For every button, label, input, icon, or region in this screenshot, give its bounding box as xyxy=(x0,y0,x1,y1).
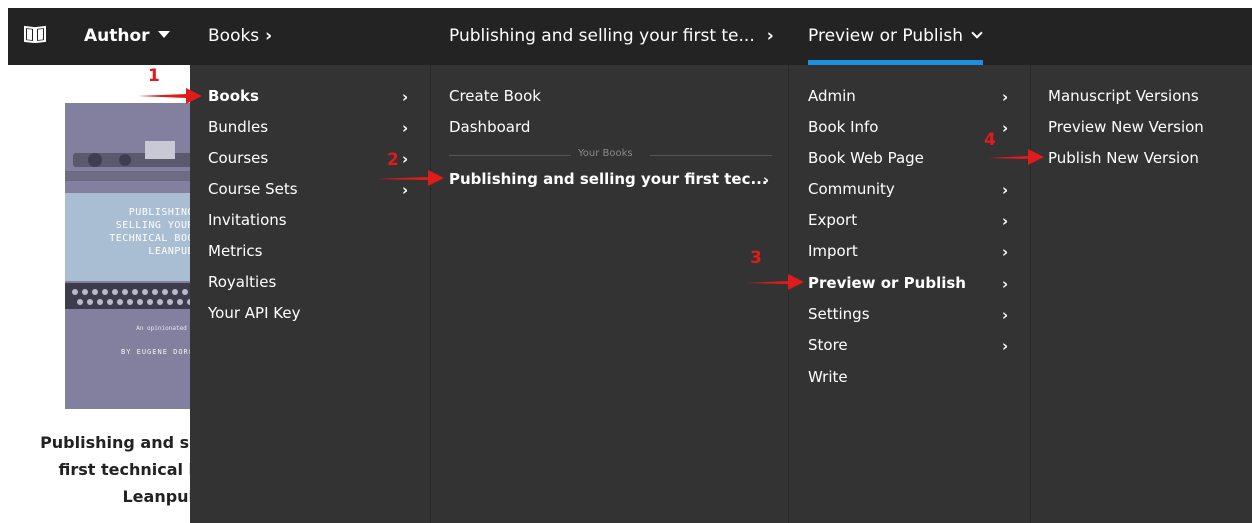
column-divider xyxy=(430,65,431,523)
annotation-marker-2: 2 xyxy=(387,150,399,170)
menu-item-manuscript-versions[interactable]: Manuscript Versions xyxy=(1048,86,1199,106)
chevron-right-icon: › xyxy=(763,171,770,189)
books-breadcrumb[interactable]: Books › xyxy=(208,25,272,47)
menu-item-import[interactable]: Import xyxy=(808,241,858,261)
chevron-right-icon: › xyxy=(1002,119,1009,137)
menu-item-settings[interactable]: Settings xyxy=(808,304,870,324)
chevron-right-icon: › xyxy=(1002,306,1009,324)
menu-item-dashboard[interactable]: Dashboard xyxy=(449,117,530,137)
menu-item-invitations[interactable]: Invitations xyxy=(208,210,287,230)
book-title-breadcrumb[interactable]: Publishing and selling your first te... › xyxy=(449,25,774,47)
menu-item-publish-new-version[interactable]: Publish New Version xyxy=(1048,148,1199,168)
column-divider xyxy=(788,65,789,523)
current-page-label: Preview or Publish xyxy=(808,26,963,46)
cover-author: BY EUGENE DORF xyxy=(120,348,194,356)
menu-item-book-info[interactable]: Book Info xyxy=(808,117,879,137)
menu-item-api-key[interactable]: Your API Key xyxy=(208,303,300,323)
cover-subtitle: An opinionated g xyxy=(136,325,194,332)
chevron-down-icon xyxy=(971,27,983,39)
preview-or-publish-tab[interactable]: Preview or Publish xyxy=(808,25,983,47)
menu-item-royalties[interactable]: Royalties xyxy=(208,272,276,292)
menu-item-store[interactable]: Store xyxy=(808,335,848,355)
menu-item-admin[interactable]: Admin xyxy=(808,86,856,106)
column-divider xyxy=(1030,65,1031,523)
menu-item-book-web-page[interactable]: Book Web Page xyxy=(808,148,924,168)
red-arrow-icon xyxy=(746,274,804,290)
annotation-marker-1: 1 xyxy=(148,66,160,86)
chevron-right-icon: › xyxy=(402,150,409,168)
annotation-marker-3: 3 xyxy=(750,248,762,268)
chevron-right-icon: › xyxy=(1002,337,1009,355)
red-arrow-icon xyxy=(988,149,1044,165)
caret-down-icon xyxy=(157,30,170,38)
chevron-right-icon: › xyxy=(1002,181,1009,199)
section-label-your-books: Your Books xyxy=(578,148,633,159)
book-cover-image[interactable]: PUBLISHING SELLING YOUR TECHNICAL BOO LE… xyxy=(65,103,200,409)
section-divider xyxy=(449,155,571,156)
chevron-right-icon: › xyxy=(766,26,774,46)
books-breadcrumb-label: Books xyxy=(208,26,260,46)
chevron-right-icon: › xyxy=(265,26,273,46)
chevron-right-icon: › xyxy=(1002,275,1009,293)
menu-item-community[interactable]: Community xyxy=(808,179,895,199)
menu-item-preview-new-version[interactable]: Preview New Version xyxy=(1048,117,1204,137)
menu-item-course-sets[interactable]: Course Sets xyxy=(208,179,298,199)
menu-item-preview-or-publish[interactable]: Preview or Publish xyxy=(808,273,966,293)
chevron-right-icon: › xyxy=(1002,243,1009,261)
menu-item-metrics[interactable]: Metrics xyxy=(208,241,262,261)
menu-item-create-book[interactable]: Create Book xyxy=(449,86,541,106)
menu-item-book-publishing[interactable]: Publishing and selling your first tec... xyxy=(449,169,768,189)
section-divider xyxy=(650,155,772,156)
book-card-title-line[interactable]: Leanpub xyxy=(0,487,200,506)
red-arrow-icon xyxy=(376,170,444,186)
typewriter-keys-illustration xyxy=(65,283,200,309)
chevron-right-icon: › xyxy=(1002,212,1009,230)
menu-item-courses[interactable]: Courses xyxy=(208,148,268,168)
chevron-right-icon: › xyxy=(402,88,409,106)
menu-item-books[interactable]: Books xyxy=(208,86,259,106)
author-label: Author xyxy=(84,26,150,46)
red-arrow-icon xyxy=(138,88,202,104)
chevron-right-icon: › xyxy=(402,119,409,137)
cover-title-line: LEANPUB xyxy=(148,246,194,257)
book-card-title-line[interactable]: Publishing and se xyxy=(0,433,200,452)
top-navigation-bar: Author Books › Publishing and selling you… xyxy=(8,8,1252,65)
cover-title-line: PUBLISHING xyxy=(128,207,194,218)
menu-item-export[interactable]: Export xyxy=(808,210,857,230)
cover-title-line: TECHNICAL BOO xyxy=(109,233,194,244)
chevron-right-icon: › xyxy=(1002,88,1009,106)
book-card-title-line[interactable]: first technical b xyxy=(0,460,200,479)
book-icon[interactable] xyxy=(24,25,46,43)
author-menu-button[interactable]: Author xyxy=(84,25,170,47)
book-title-breadcrumb-label: Publishing and selling your first te... xyxy=(449,26,755,46)
menu-item-write[interactable]: Write xyxy=(808,367,848,387)
typewriter-illustration xyxy=(65,141,200,181)
cover-title-line: SELLING YOUR xyxy=(115,220,194,231)
menu-item-bundles[interactable]: Bundles xyxy=(208,117,268,137)
